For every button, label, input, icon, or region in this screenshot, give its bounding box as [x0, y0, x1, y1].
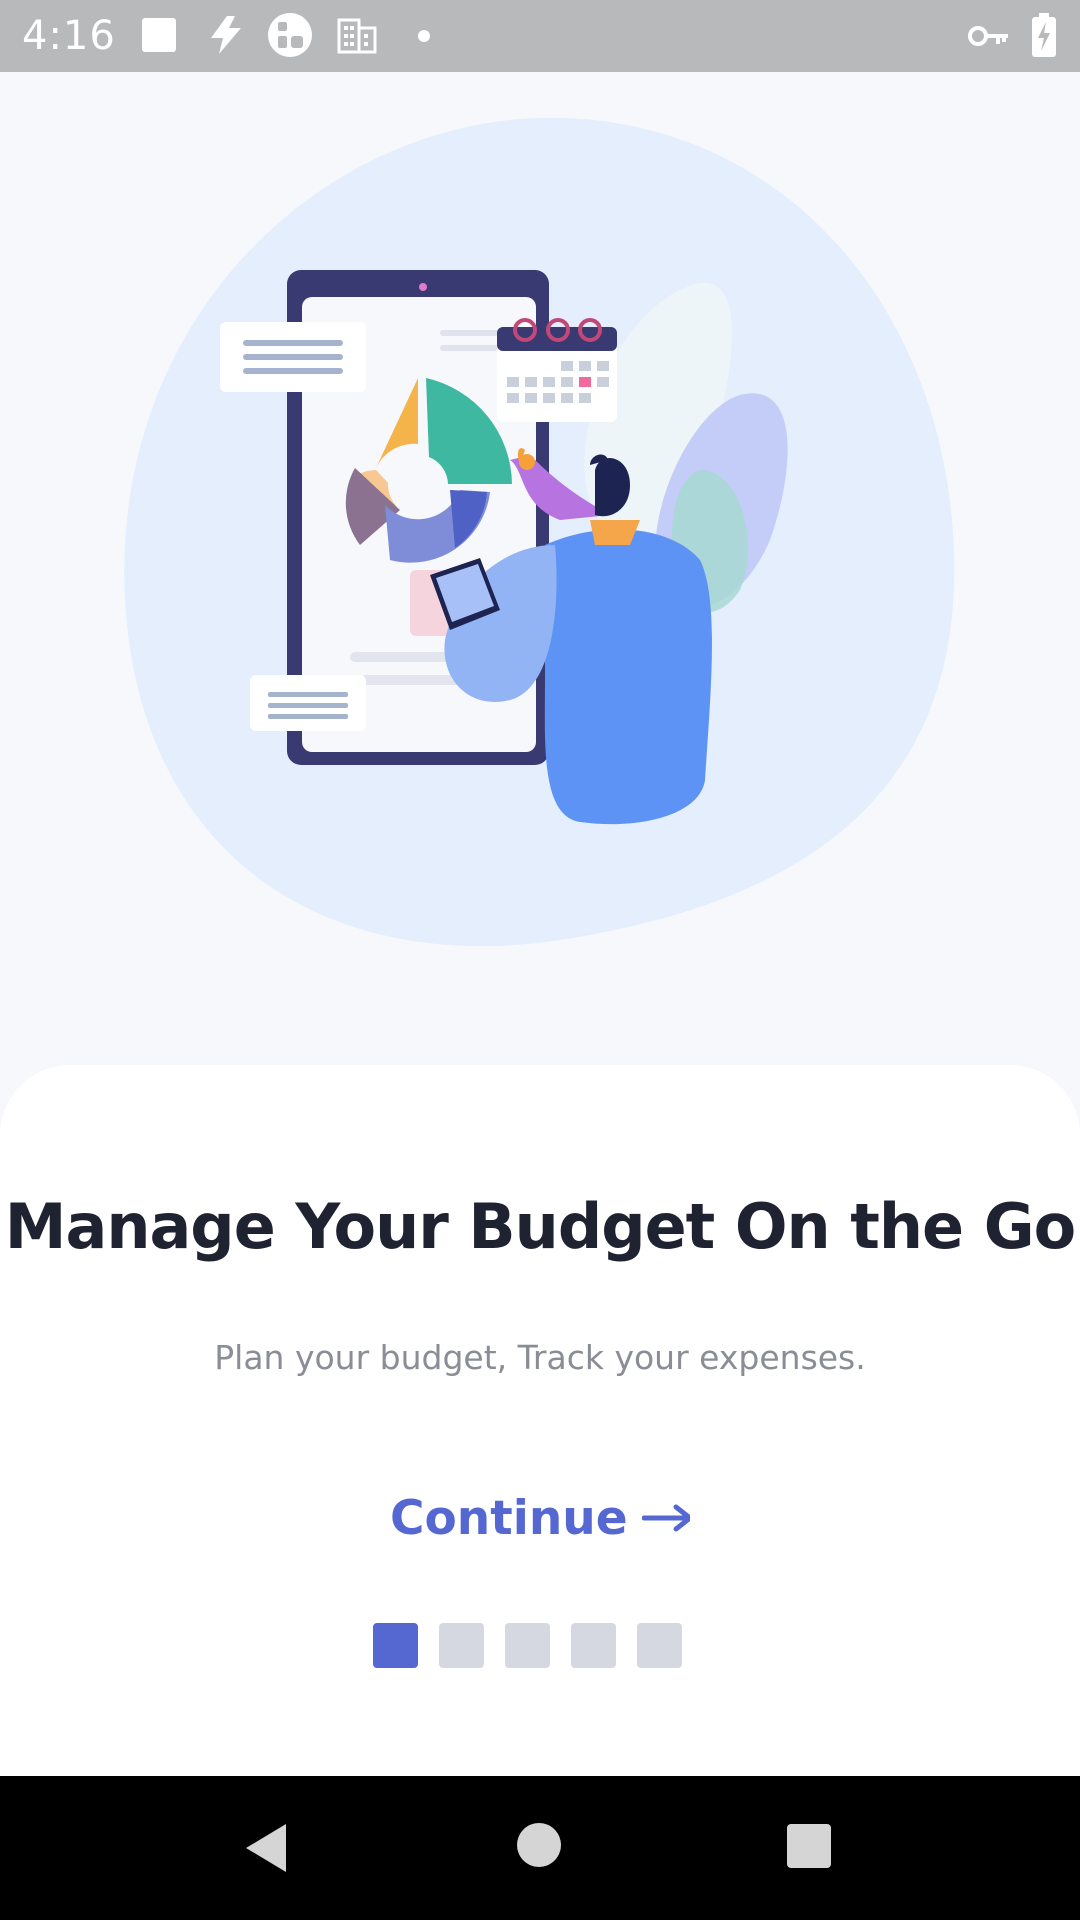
page-indicator-dot[interactable] [439, 1623, 484, 1668]
app-circle-icon [268, 13, 312, 57]
bolt-icon [211, 16, 241, 54]
key-icon [968, 26, 1008, 46]
page-indicator-dot[interactable] [571, 1623, 616, 1668]
back-icon[interactable] [240, 1820, 292, 1876]
recents-icon[interactable] [785, 1822, 833, 1870]
square-notification-icon [142, 18, 176, 52]
page-indicator-dot-active[interactable] [373, 1623, 418, 1668]
dot-icon [418, 30, 430, 42]
onboarding-title: Manage Your Budget On the Go [4, 1190, 1076, 1263]
status-time: 4:16 [22, 13, 116, 59]
building-icon [337, 18, 377, 54]
battery-charging-icon [1032, 13, 1056, 57]
home-icon[interactable] [515, 1821, 563, 1869]
page-indicator-dot[interactable] [637, 1623, 682, 1668]
onboarding-card [0, 1065, 1080, 1776]
onboarding-illustration [0, 72, 1080, 1072]
continue-label: Continue [390, 1490, 628, 1546]
onboarding-subtitle: Plan your budget, Track your expenses. [214, 1338, 866, 1377]
status-bar: 4:16 [0, 0, 1080, 72]
arrow-right-icon [641, 1504, 690, 1532]
page-indicator [373, 1623, 682, 1668]
continue-button[interactable]: Continue [390, 1488, 690, 1548]
navigation-bar [0, 1776, 1080, 1920]
page-indicator-dot[interactable] [505, 1623, 550, 1668]
